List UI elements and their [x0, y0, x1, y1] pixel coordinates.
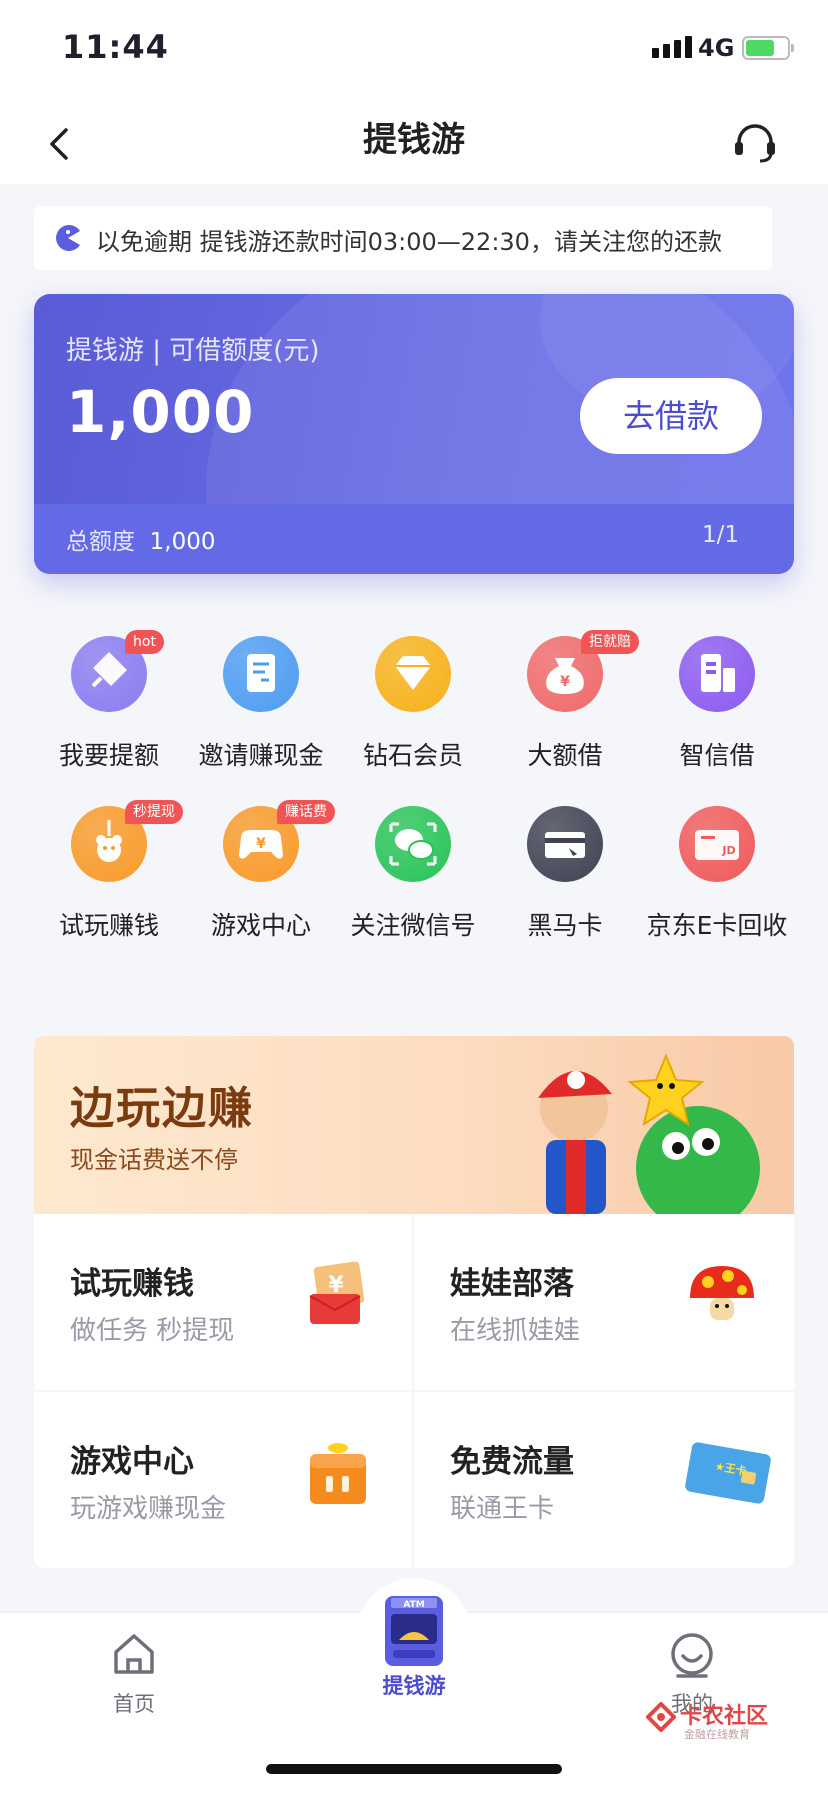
grid-label: 京东E卡回收	[646, 911, 788, 940]
game-box-icon	[302, 1438, 392, 1518]
tile-subtitle: 联通王卡	[450, 1494, 555, 1524]
grid-label: 大额借	[527, 741, 603, 770]
red-envelope-icon: ¥	[302, 1260, 392, 1340]
svg-text:¥: ¥	[560, 674, 570, 690]
tile-subtitle: 做任务 秒提现	[70, 1316, 235, 1346]
headset-icon	[735, 124, 775, 163]
tile-title: 试玩赚钱	[70, 1266, 194, 1302]
total-credit-value: 1,000	[149, 529, 216, 555]
customer-service-button[interactable]	[730, 118, 780, 168]
borrow-button[interactable]: 去借款	[580, 378, 762, 454]
svg-text:ATM: ATM	[403, 1600, 424, 1610]
network-type: 4G	[698, 34, 735, 62]
grid-label: 我要提额	[58, 741, 159, 770]
watermark-logo-icon	[645, 1701, 677, 1733]
promo-title: 边玩边赚	[70, 1083, 254, 1134]
wechat-icon	[375, 806, 451, 882]
grid-label: 黑马卡	[527, 911, 603, 940]
tile-title: 娃娃部落	[450, 1266, 574, 1302]
total-credit-label: 总额度	[66, 529, 135, 555]
tile-doll-tribe[interactable]: 娃娃部落 在线抓娃娃	[414, 1214, 794, 1390]
home-icon	[110, 1630, 158, 1678]
tab-atm-label: 提钱游	[382, 1674, 446, 1698]
grid-label: 试玩赚钱	[58, 911, 159, 940]
pacman-icon	[54, 224, 82, 252]
grid-badge: 拒就赔	[581, 630, 639, 654]
tab-atm[interactable]: ATM 提钱游	[354, 1594, 474, 1700]
game-characters-illustration	[480, 1036, 794, 1230]
grid-badge: 秒提现	[125, 800, 183, 824]
grid-badge: 赚话费	[277, 800, 335, 824]
atm-icon: ATM	[379, 1594, 449, 1668]
tile-subtitle: 玩游戏赚现金	[70, 1494, 227, 1524]
tile-free-data[interactable]: 免费流量联通王卡 ★王卡	[414, 1392, 794, 1568]
svg-text:¥: ¥	[256, 836, 266, 852]
tile-title: 游戏中心	[70, 1444, 194, 1480]
grid-label: 邀请赚现金	[198, 741, 324, 770]
page-title: 提钱游	[363, 120, 465, 160]
jd-card-icon: JD	[679, 806, 755, 882]
card-icon	[527, 806, 603, 882]
grid-label: 智信借	[679, 741, 755, 770]
tile-trial-earn[interactable]: 试玩赚钱做任务 秒提现 ¥	[34, 1214, 412, 1390]
battery-icon	[742, 36, 794, 60]
svg-text:JD: JD	[721, 844, 735, 857]
signal-icon	[652, 36, 692, 58]
card-pager: 1/1	[702, 522, 740, 548]
tile-title: 免费流量	[450, 1444, 574, 1480]
tab-home[interactable]: 首页	[74, 1630, 194, 1718]
credit-amount: 1,000	[66, 378, 255, 446]
building-icon	[679, 636, 755, 712]
tile-subtitle: 在线抓娃娃	[450, 1316, 581, 1346]
grid-label: 关注微信号	[350, 911, 476, 940]
grid-label: 游戏中心	[210, 911, 311, 940]
home-indicator[interactable]	[266, 1764, 562, 1774]
watermark-subtitle: 金融在线教育	[684, 1728, 750, 1741]
tile-game-center[interactable]: 游戏中心玩游戏赚现金	[34, 1392, 412, 1568]
grid-badge: hot	[125, 630, 164, 654]
promo-subtitle: 现金话费送不停	[70, 1146, 238, 1174]
status-time: 11:44	[62, 28, 169, 66]
profile-icon	[668, 1630, 716, 1678]
sim-card-icon: ★王卡	[684, 1438, 774, 1518]
tab-home-label: 首页	[113, 1692, 155, 1716]
mushroom-icon	[684, 1260, 774, 1340]
total-credit: 总额度 1,000	[66, 522, 215, 556]
credit-label: 提钱游 | 可借额度(元)	[66, 336, 320, 366]
diamond-icon	[375, 636, 451, 712]
grid-label: 钻石会员	[362, 741, 463, 770]
notice-text: 以免逾期 提钱游还款时间03:00—22:30，请关注您的还款	[96, 228, 722, 256]
invite-doc-icon	[223, 636, 299, 712]
